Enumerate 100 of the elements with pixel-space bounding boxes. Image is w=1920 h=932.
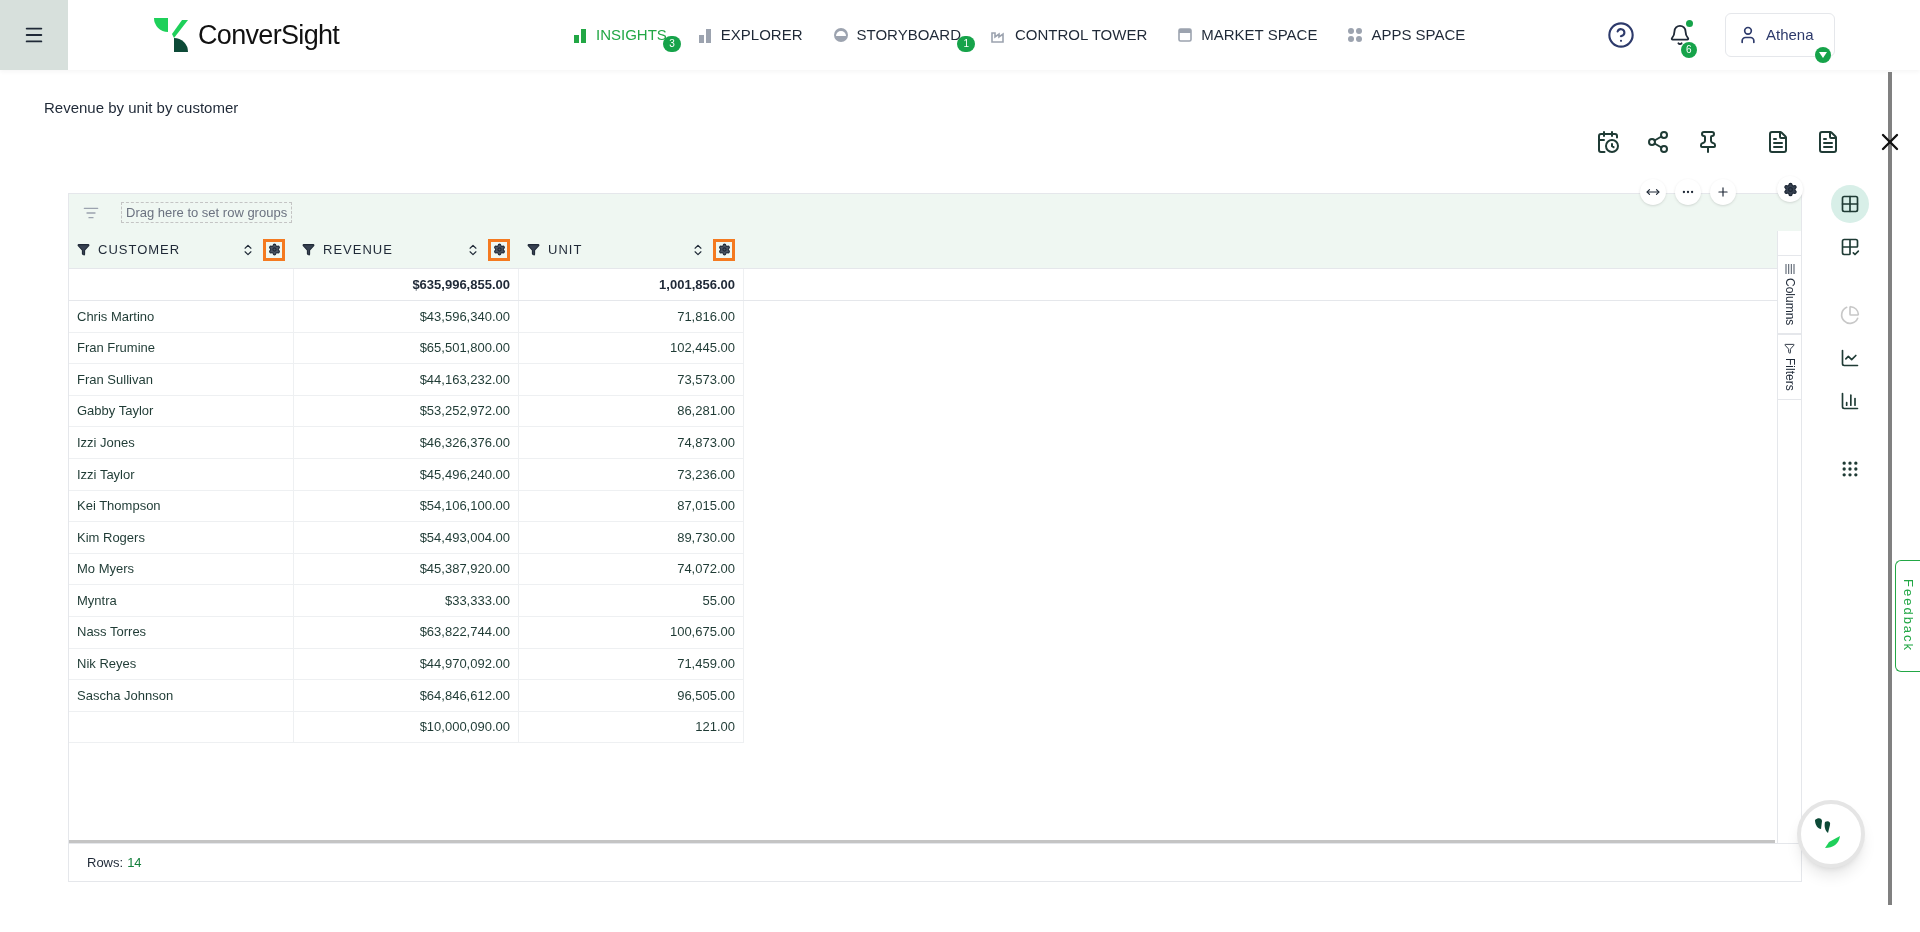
row-count-value: 14 xyxy=(127,853,142,872)
table-cell: 86,281.00 xyxy=(519,395,744,428)
caret-icon xyxy=(1815,47,1831,63)
table-cell: 73,573.00 xyxy=(519,364,744,396)
notifications-button[interactable] xyxy=(1669,24,1691,46)
horizontal-scrollbar[interactable] xyxy=(69,840,1775,843)
columns-icon xyxy=(1784,264,1795,274)
column-settings-button[interactable] xyxy=(713,238,735,261)
table-cell: $54,106,100.00 xyxy=(294,490,519,523)
total-cell: 1,001,856.00 xyxy=(519,269,744,300)
table-cell: $46,326,376.00 xyxy=(294,427,519,459)
schedule-button[interactable] xyxy=(1596,130,1620,154)
table-cell: Gabby Taylor xyxy=(69,395,294,428)
side-panel-tab[interactable]: Filters xyxy=(1778,334,1801,401)
table-cell: Kim Rogers xyxy=(69,522,294,554)
bar-chart-icon xyxy=(696,27,713,43)
table-cell: $44,970,092.00 xyxy=(294,648,519,681)
nav-tab[interactable]: APPS SPACE xyxy=(1347,23,1466,47)
share-icon xyxy=(1646,130,1670,154)
table-cell: $65,501,800.00 xyxy=(294,332,519,365)
nav-tab[interactable]: MARKET SPACE xyxy=(1177,23,1318,47)
document-icon xyxy=(1816,130,1840,154)
grid-dots-icon xyxy=(1840,459,1860,479)
user-icon xyxy=(1738,25,1758,45)
column-header[interactable]: CUSTOMER xyxy=(69,231,294,268)
plus-icon xyxy=(1716,185,1730,199)
table-cell: Kei Thompson xyxy=(69,490,294,523)
pivot-table-icon xyxy=(1840,237,1860,257)
assistant-button[interactable] xyxy=(1797,800,1865,868)
filter-icon xyxy=(1784,343,1795,355)
xlsx-export-button[interactable] xyxy=(1816,130,1840,154)
table-cell: Chris Martino xyxy=(69,301,294,333)
table-cell: 74,072.00 xyxy=(519,553,744,586)
share-button[interactable] xyxy=(1646,130,1670,154)
bar-chart-icon xyxy=(572,27,588,43)
table-cell: 96,505.00 xyxy=(519,680,744,712)
table-cell: $33,333.00 xyxy=(294,585,519,617)
line-chart-icon xyxy=(1840,348,1860,368)
document-icon xyxy=(1766,130,1790,154)
help-icon xyxy=(1607,21,1635,49)
table-cell: $53,252,972.00 xyxy=(294,395,519,428)
table-cell: Izzi Jones xyxy=(69,427,294,459)
gear-icon xyxy=(267,243,281,256)
column-header[interactable]: REVENUE xyxy=(294,231,519,268)
table-cell: 73,236.00 xyxy=(519,458,744,491)
table-cell: Sascha Johnson xyxy=(69,680,294,712)
total-cell: $635,996,855.00 xyxy=(294,269,519,300)
settings-icon xyxy=(1782,181,1798,197)
table-cell: 71,459.00 xyxy=(519,648,744,681)
table-cell: $54,493,004.00 xyxy=(294,522,519,554)
table-cell: $44,163,232.00 xyxy=(294,364,519,396)
filter-icon[interactable] xyxy=(302,243,315,256)
column-label: CUSTOMER xyxy=(98,240,182,259)
gear-icon xyxy=(717,243,731,256)
table-icon xyxy=(1840,194,1860,214)
table-cell: 74,873.00 xyxy=(519,427,744,459)
row-groups-drop-zone[interactable]: Drag here to set row groups xyxy=(121,201,293,224)
table-cell: Nik Reyes xyxy=(69,648,294,681)
gear-icon xyxy=(492,243,506,256)
column-label: REVENUE xyxy=(323,240,394,259)
table-cell: $10,000,090.00 xyxy=(294,711,519,744)
table-cell: Fran Frumine xyxy=(69,332,294,365)
gauge-icon xyxy=(832,27,849,43)
table-cell: 121.00 xyxy=(519,711,744,744)
table-cell: $64,846,612.00 xyxy=(294,680,519,712)
table-cell: 55.00 xyxy=(519,585,744,617)
nav-tab[interactable]: EXPLORER xyxy=(696,23,803,47)
pdf-export-button[interactable] xyxy=(1766,130,1790,154)
column-header[interactable]: UNIT xyxy=(519,231,744,268)
nav-tab[interactable]: CONTROL TOWER xyxy=(991,23,1148,47)
table-cell: Fran Sullivan xyxy=(69,364,294,396)
settings-button[interactable] xyxy=(1777,176,1803,202)
column-settings-button[interactable] xyxy=(263,238,285,261)
table-cell: 100,675.00 xyxy=(519,616,744,649)
table-cell: 87,015.00 xyxy=(519,490,744,523)
bar-chart-icon xyxy=(1840,391,1860,411)
table-cell: Izzi Taylor xyxy=(69,458,294,491)
filter-icon[interactable] xyxy=(527,243,540,256)
table-cell: 89,730.00 xyxy=(519,522,744,554)
filter-icon[interactable] xyxy=(77,243,90,256)
dots-icon xyxy=(1347,27,1364,43)
table-cell: $43,596,340.00 xyxy=(294,301,519,333)
fit-columns-button[interactable] xyxy=(1640,179,1666,205)
add-button[interactable] xyxy=(1710,179,1736,205)
help-button[interactable] xyxy=(1607,21,1635,49)
table-cell: Mo Myers xyxy=(69,553,294,586)
column-label: UNIT xyxy=(548,240,584,259)
table-cell: Nass Torres xyxy=(69,616,294,649)
column-settings-button[interactable] xyxy=(488,238,510,261)
scrollbar[interactable] xyxy=(1888,72,1892,905)
bell-icon xyxy=(1669,24,1691,46)
side-panel-tab[interactable]: Columns xyxy=(1778,255,1801,335)
view-button[interactable] xyxy=(1831,185,1869,223)
table-cell: 71,816.00 xyxy=(519,301,744,333)
pie-chart-icon xyxy=(1840,305,1860,325)
table-cell: $45,496,240.00 xyxy=(294,458,519,491)
page-title: Revenue by unit by customer xyxy=(44,99,239,116)
count-badge: 6 xyxy=(1681,42,1697,58)
row-count-label: Rows: xyxy=(87,853,124,872)
table-cell: 102,445.00 xyxy=(519,332,744,365)
